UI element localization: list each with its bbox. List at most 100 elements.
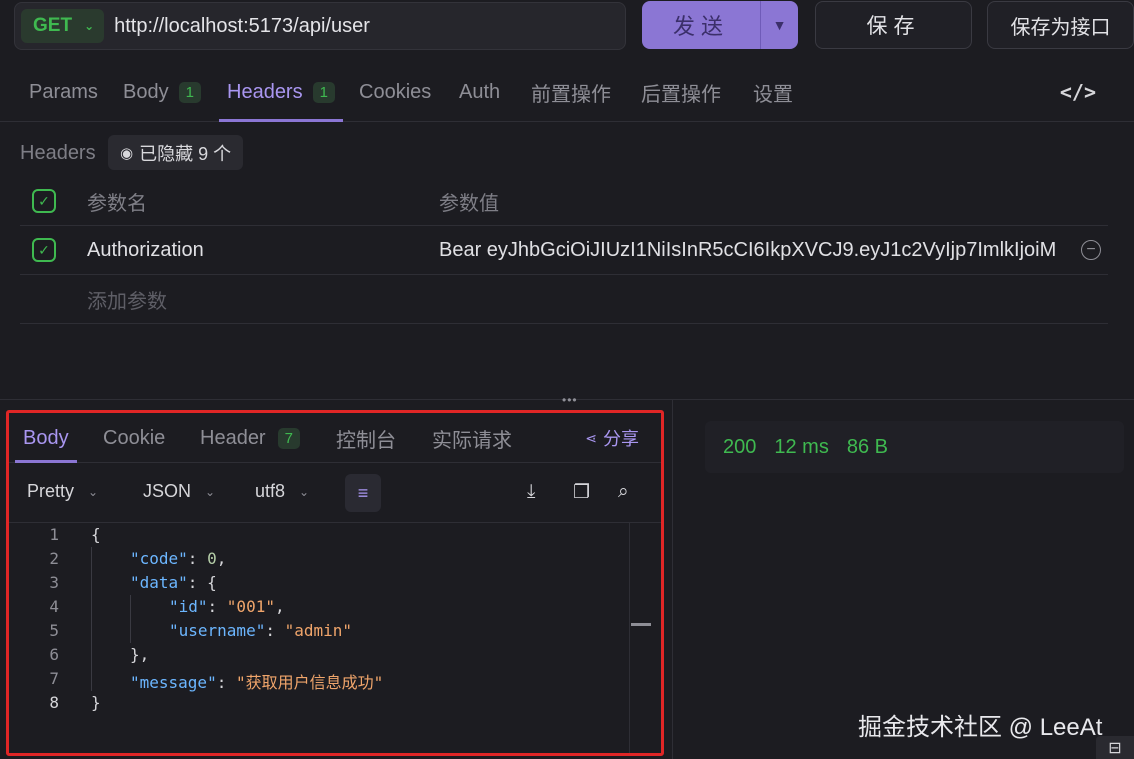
url-box[interactable]: GET ⌄ http://localhost:5173/api/user — [14, 2, 626, 50]
url-input[interactable]: http://localhost:5173/api/user — [114, 15, 370, 38]
encoding-select[interactable]: utf8 ⌄ — [255, 481, 309, 502]
code-text: "message": "获取用户信息成功" — [130, 673, 384, 692]
tab-label: Cookies — [359, 80, 432, 103]
tab-post-operations[interactable]: 后置操作 — [641, 62, 721, 122]
code-line: 3 "data": { — [9, 573, 629, 597]
share-button[interactable]: ⋖ 分享 — [585, 425, 639, 451]
line-number: 4 — [49, 597, 59, 616]
count-badge: 7 — [277, 427, 300, 449]
line-number: 2 — [49, 549, 59, 568]
code-text: } — [91, 693, 101, 712]
line-number: 5 — [49, 621, 59, 640]
response-panel: Body Cookie Header 7 控制台 实际请求 ⋖ 分享 Pretty… — [6, 410, 664, 756]
response-toolbar: Pretty ⌄ JSON ⌄ utf8 ⌄ ≡ ⤓ ❐ ⌕ — [9, 463, 661, 523]
response-body-editor[interactable]: 1{ 2 "code": 0, 3 "data": { 4 "id": "001", … — [9, 523, 661, 753]
table-row-add: 添加参数 — [20, 275, 1108, 324]
tab-label: 实际请求 — [432, 429, 512, 452]
code-icon[interactable]: </> — [1060, 80, 1096, 104]
share-icon: ⋖ — [585, 429, 597, 446]
tab-cookies[interactable]: Cookies — [359, 62, 431, 122]
chevron-down-icon: ⌄ — [299, 484, 310, 499]
tab-response-actual-request[interactable]: 实际请求 — [432, 413, 512, 463]
method-label: GET — [33, 15, 73, 36]
copy-icon[interactable]: ❐ — [573, 481, 590, 504]
tab-response-cookie[interactable]: Cookie — [103, 413, 165, 463]
tab-body[interactable]: Body 1 — [123, 62, 201, 122]
row-enable-checkbox[interactable]: ✓ — [32, 238, 56, 262]
save-as-endpoint-button[interactable]: 保存为接口 — [987, 1, 1134, 49]
chevron-down-icon: ⌄ — [88, 484, 99, 499]
scrollbar-thumb[interactable] — [631, 623, 651, 626]
status-code: 200 — [723, 435, 757, 458]
panel-icon[interactable]: ⊟ — [1096, 736, 1134, 759]
method-select[interactable]: GET ⌄ — [21, 9, 105, 43]
scrollbar[interactable] — [629, 523, 630, 753]
chevron-down-icon: ⌄ — [205, 484, 216, 499]
share-label: 分享 — [603, 429, 639, 449]
tab-auth[interactable]: Auth — [459, 62, 500, 122]
request-bar: GET ⌄ http://localhost:5173/api/user 发送 … — [0, 0, 1134, 62]
headers-table: ✓ 参数名 参数值 ✓ Authorization Bear eyJhbGciO… — [20, 177, 1108, 324]
chevron-down-icon: ⌄ — [84, 19, 95, 33]
response-tabs: Body Cookie Header 7 控制台 实际请求 ⋖ 分享 — [9, 413, 661, 463]
tab-label: Body — [123, 80, 169, 103]
response-time: 12 ms — [774, 435, 829, 458]
tab-label: Cookie — [103, 426, 166, 449]
tab-pre-operations[interactable]: 前置操作 — [531, 62, 611, 122]
save-button[interactable]: 保存 — [815, 1, 972, 49]
column-header-value: 参数值 — [439, 192, 499, 215]
response-size: 86 B — [846, 435, 888, 458]
word-wrap-icon[interactable]: ≡ — [345, 474, 381, 512]
request-tabs: Params Body 1 Headers 1 Cookies Auth 前置操作 … — [0, 62, 1134, 122]
line-number: 8 — [49, 693, 59, 712]
tab-label: Body — [23, 426, 69, 449]
watermark: 掘金技术社区 @ LeeAt — [858, 714, 1103, 741]
tab-label: 后置操作 — [641, 83, 721, 106]
tab-label: Auth — [459, 80, 501, 103]
resize-handle-icon[interactable]: ••• — [562, 393, 578, 407]
code-text: "code": 0, — [130, 549, 227, 568]
column-header-name: 参数名 — [87, 192, 147, 215]
type-select-value: JSON — [143, 481, 192, 501]
format-select[interactable]: Pretty ⌄ — [27, 481, 98, 502]
code-text: "username": "admin" — [169, 621, 353, 640]
code-text: "data": { — [130, 573, 217, 592]
code-text: { — [91, 525, 101, 544]
table-row: ✓ Authorization Bear eyJhbGciOiJIUzI1NiI… — [20, 226, 1108, 275]
param-value-input[interactable]: Bear eyJhbGciOiJIUzI1NiIsInR5cCI6IkpXVCJ… — [439, 239, 1056, 262]
tab-response-console[interactable]: 控制台 — [336, 413, 396, 463]
tab-response-body[interactable]: Body — [15, 413, 77, 463]
line-number: 6 — [49, 645, 59, 664]
send-button[interactable]: 发送 ▼ — [642, 1, 798, 49]
tab-headers[interactable]: Headers 1 — [219, 62, 343, 122]
tab-settings[interactable]: 设置 — [753, 62, 793, 122]
code-line: 5 "username": "admin" — [9, 621, 629, 645]
code-line: 4 "id": "001", — [9, 597, 629, 621]
download-icon[interactable]: ⤓ — [527, 481, 535, 503]
param-name-input[interactable]: Authorization — [87, 239, 204, 262]
add-param-input[interactable]: 添加参数 — [87, 285, 167, 314]
search-icon[interactable]: ⌕ — [618, 481, 629, 503]
line-number: 1 — [49, 525, 59, 544]
type-select[interactable]: JSON ⌄ — [143, 481, 215, 502]
code-text: }, — [130, 645, 150, 664]
vertical-divider[interactable] — [672, 400, 673, 759]
tab-label: Headers — [227, 80, 303, 103]
code-line: 2 "code": 0, — [9, 549, 629, 573]
select-all-checkbox[interactable]: ✓ — [32, 189, 56, 213]
code-line: 6}, — [9, 645, 629, 669]
tab-params[interactable]: Params — [29, 62, 98, 122]
count-badge: 1 — [312, 81, 335, 103]
tab-response-header[interactable]: Header 7 — [200, 413, 300, 463]
count-badge: 1 — [178, 81, 201, 103]
headers-section-label: Headers — [20, 142, 96, 164]
remove-circle-icon[interactable]: − — [1081, 240, 1101, 260]
line-number: 7 — [49, 669, 59, 688]
tab-label: Header — [200, 426, 266, 449]
code-line: 8} — [9, 693, 629, 717]
send-dropdown-chevron-icon[interactable]: ▼ — [760, 1, 798, 49]
hidden-headers-toggle[interactable]: ◉ 已隐藏 9 个 — [108, 135, 244, 170]
hidden-headers-label: 已隐藏 9 个 — [139, 143, 232, 164]
tab-label: 控制台 — [336, 429, 396, 452]
tab-label: 设置 — [753, 83, 793, 106]
